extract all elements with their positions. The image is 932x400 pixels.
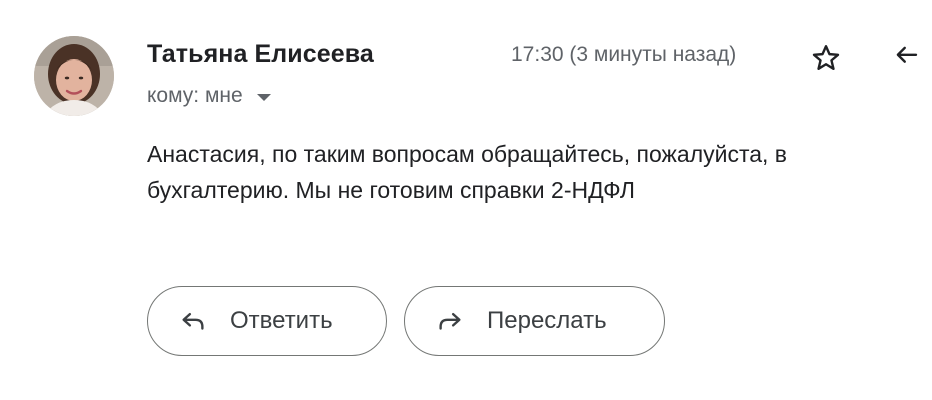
star-button[interactable] — [806, 38, 846, 78]
message-timestamp: 17:30 (3 минуты назад) — [511, 43, 737, 66]
reply-button-label: Ответить — [230, 307, 333, 334]
forward-arrow-icon — [435, 306, 465, 336]
reply-arrow-icon — [896, 46, 918, 63]
reply-icon-button[interactable] — [886, 36, 926, 76]
forward-button-label: Переслать — [487, 307, 607, 334]
caret-down-icon — [256, 93, 271, 101]
sender-name: Татьяна Елисеева — [147, 40, 374, 68]
message-body-line: бухгалтерию. Мы не готовим справки 2-НДФ… — [147, 177, 635, 203]
email-message: Татьяна Елисеева кому: мне 17:30 (3 мину… — [0, 0, 932, 400]
sender-avatar[interactable] — [34, 36, 114, 116]
recipient-details-toggle[interactable]: кому: мне — [147, 84, 271, 108]
recipient-label: кому: мне — [147, 84, 243, 107]
message-body-line: Анастасия, по таким вопросам обращайтесь… — [147, 141, 788, 167]
avatar-photo — [34, 36, 114, 116]
reply-button[interactable]: Ответить — [147, 286, 387, 356]
star-outline-icon — [812, 45, 840, 70]
forward-button[interactable]: Переслать — [404, 286, 665, 356]
reply-arrow-icon — [178, 306, 208, 336]
message-body: Анастасия, по таким вопросам обращайтесь… — [147, 136, 907, 208]
